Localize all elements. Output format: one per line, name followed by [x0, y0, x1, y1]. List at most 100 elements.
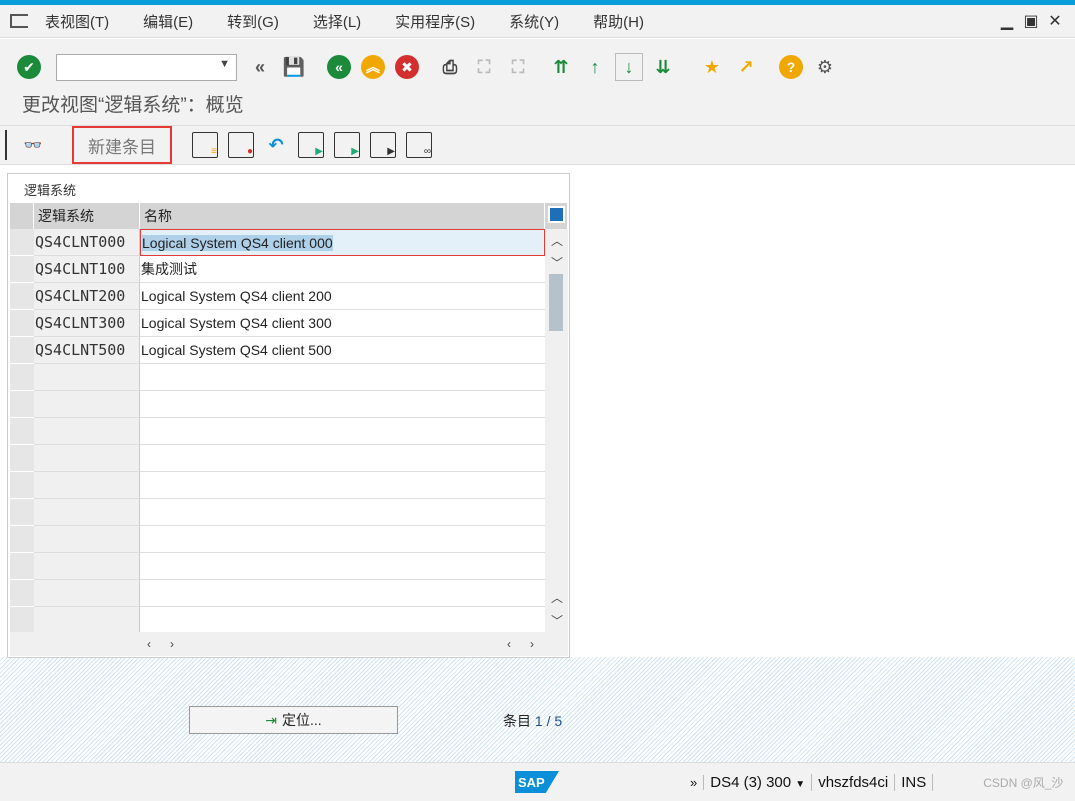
- logical-system-cell[interactable]: QS4CLNT300: [34, 310, 140, 337]
- name-cell[interactable]: [140, 391, 545, 418]
- logical-system-cell[interactable]: [34, 553, 140, 580]
- row-selector[interactable]: [10, 472, 34, 499]
- name-cell[interactable]: [140, 445, 545, 472]
- menu-select[interactable]: 选择(L): [296, 11, 378, 32]
- first-page-icon[interactable]: ⇈: [547, 53, 575, 81]
- row-selector[interactable]: [10, 418, 34, 445]
- save-icon[interactable]: 💾: [280, 53, 308, 81]
- print-icon[interactable]: ⎙: [436, 53, 464, 81]
- close-icon[interactable]: ✕: [1043, 11, 1067, 31]
- row-selector[interactable]: [10, 580, 34, 607]
- row-selector[interactable]: [10, 283, 34, 310]
- minimize-icon[interactable]: ▁: [995, 11, 1019, 31]
- new-session-icon[interactable]: ★: [698, 53, 726, 81]
- name-cell[interactable]: Logical System QS4 client 200: [140, 283, 545, 310]
- name-cell[interactable]: Logical System QS4 client 300: [140, 310, 545, 337]
- cancel-icon[interactable]: ✖: [393, 53, 421, 81]
- row-selector[interactable]: [10, 553, 34, 580]
- settings-gear-icon[interactable]: ⚙: [811, 53, 839, 81]
- logical-system-cell[interactable]: [34, 391, 140, 418]
- table-row[interactable]: [10, 526, 545, 553]
- logical-system-cell[interactable]: QS4CLNT200: [34, 283, 140, 310]
- select-all-cell[interactable]: [10, 203, 34, 229]
- back-double-icon[interactable]: «: [246, 53, 274, 81]
- back-icon[interactable]: «: [325, 53, 353, 81]
- table-row[interactable]: [10, 499, 545, 526]
- table-row[interactable]: [10, 418, 545, 445]
- name-cell[interactable]: [140, 553, 545, 580]
- chevron-down-icon[interactable]: ▼: [219, 58, 230, 70]
- exit-icon[interactable]: ︽: [359, 53, 387, 81]
- table-row[interactable]: [10, 553, 545, 580]
- name-cell[interactable]: 集成测试: [140, 256, 545, 283]
- table-row[interactable]: [10, 472, 545, 499]
- menu-edit[interactable]: 编辑(E): [126, 11, 210, 32]
- table-row[interactable]: [10, 391, 545, 418]
- menu-icon[interactable]: [10, 14, 28, 28]
- scroll-left-2-icon[interactable]: ‹: [507, 637, 511, 651]
- last-page-icon[interactable]: ⇊: [649, 53, 677, 81]
- column-header-logical-system[interactable]: 逻辑系统: [34, 203, 140, 229]
- name-cell[interactable]: [140, 499, 545, 526]
- menu-goto[interactable]: 转到(G): [210, 11, 296, 32]
- table-row[interactable]: [10, 445, 545, 472]
- row-selector[interactable]: [10, 607, 34, 634]
- scroll-right-icon[interactable]: ›: [170, 637, 174, 651]
- system-info[interactable]: DS4 (3) 300 ▼: [704, 773, 813, 791]
- command-field[interactable]: ▼: [56, 53, 237, 81]
- maximize-icon[interactable]: ▣: [1019, 11, 1043, 31]
- name-cell[interactable]: [140, 607, 545, 634]
- name-cell[interactable]: [140, 580, 545, 607]
- select-all-icon[interactable]: ▶: [298, 132, 324, 158]
- table-row[interactable]: [10, 580, 545, 607]
- logical-system-cell[interactable]: [34, 364, 140, 391]
- column-header-name[interactable]: 名称: [140, 203, 545, 229]
- table-row[interactable]: [10, 364, 545, 391]
- name-cell[interactable]: Logical System QS4 client 000: [140, 229, 545, 256]
- menu-table-view[interactable]: 表视图(T): [28, 11, 126, 32]
- row-selector[interactable]: [10, 256, 34, 283]
- scroll-page-down-icon[interactable]: ﹀: [551, 254, 563, 271]
- table-row[interactable]: QS4CLNT100 集成测试: [10, 256, 545, 283]
- display-change-icon[interactable]: 👓: [19, 131, 47, 159]
- table-row[interactable]: QS4CLNT500 Logical System QS4 client 500: [10, 337, 545, 364]
- scroll-right-2-icon[interactable]: ›: [530, 637, 534, 651]
- name-cell[interactable]: [140, 526, 545, 553]
- row-selector[interactable]: [10, 337, 34, 364]
- undo-icon[interactable]: ↶: [262, 131, 290, 159]
- logical-system-cell[interactable]: [34, 607, 140, 634]
- logical-system-cell[interactable]: [34, 499, 140, 526]
- position-button[interactable]: ⇥ 定位...: [189, 706, 398, 734]
- expand-status-icon[interactable]: »: [684, 774, 705, 790]
- scroll-page-up-icon[interactable]: ︿: [551, 589, 563, 606]
- name-cell[interactable]: [140, 364, 545, 391]
- insert-mode[interactable]: INS: [895, 773, 934, 791]
- logical-system-cell[interactable]: [34, 526, 140, 553]
- column-settings-icon[interactable]: [545, 203, 568, 229]
- table-row[interactable]: QS4CLNT300 Logical System QS4 client 300: [10, 310, 545, 337]
- row-selector[interactable]: [10, 229, 34, 256]
- row-selector[interactable]: [10, 391, 34, 418]
- row-selector[interactable]: [10, 310, 34, 337]
- row-selector[interactable]: [10, 364, 34, 391]
- copy-icon[interactable]: ≡: [192, 132, 218, 158]
- row-selector[interactable]: [10, 499, 34, 526]
- name-cell[interactable]: [140, 472, 545, 499]
- menu-utilities[interactable]: 实用程序(S): [378, 11, 492, 32]
- logical-system-cell[interactable]: QS4CLNT100: [34, 256, 140, 283]
- previous-page-icon[interactable]: ↑: [581, 53, 609, 81]
- shortcut-icon[interactable]: ↗: [732, 53, 760, 81]
- logical-system-cell[interactable]: [34, 472, 140, 499]
- delete-icon[interactable]: ●: [228, 132, 254, 158]
- scroll-up-icon[interactable]: ︿: [551, 232, 563, 249]
- logical-system-cell[interactable]: [34, 445, 140, 472]
- select-block-icon[interactable]: ▶: [334, 132, 360, 158]
- horizontal-scrollbar[interactable]: ‹ › ‹ ›: [10, 632, 568, 656]
- logical-system-cell[interactable]: QS4CLNT500: [34, 337, 140, 364]
- menu-system[interactable]: 系统(Y): [492, 11, 576, 32]
- enter-check-icon[interactable]: ✔: [15, 53, 43, 81]
- row-selector[interactable]: [10, 445, 34, 472]
- table-row[interactable]: QS4CLNT000 Logical System QS4 client 000: [10, 229, 545, 256]
- scroll-thumb[interactable]: [549, 274, 563, 331]
- name-cell[interactable]: Logical System QS4 client 500: [140, 337, 545, 364]
